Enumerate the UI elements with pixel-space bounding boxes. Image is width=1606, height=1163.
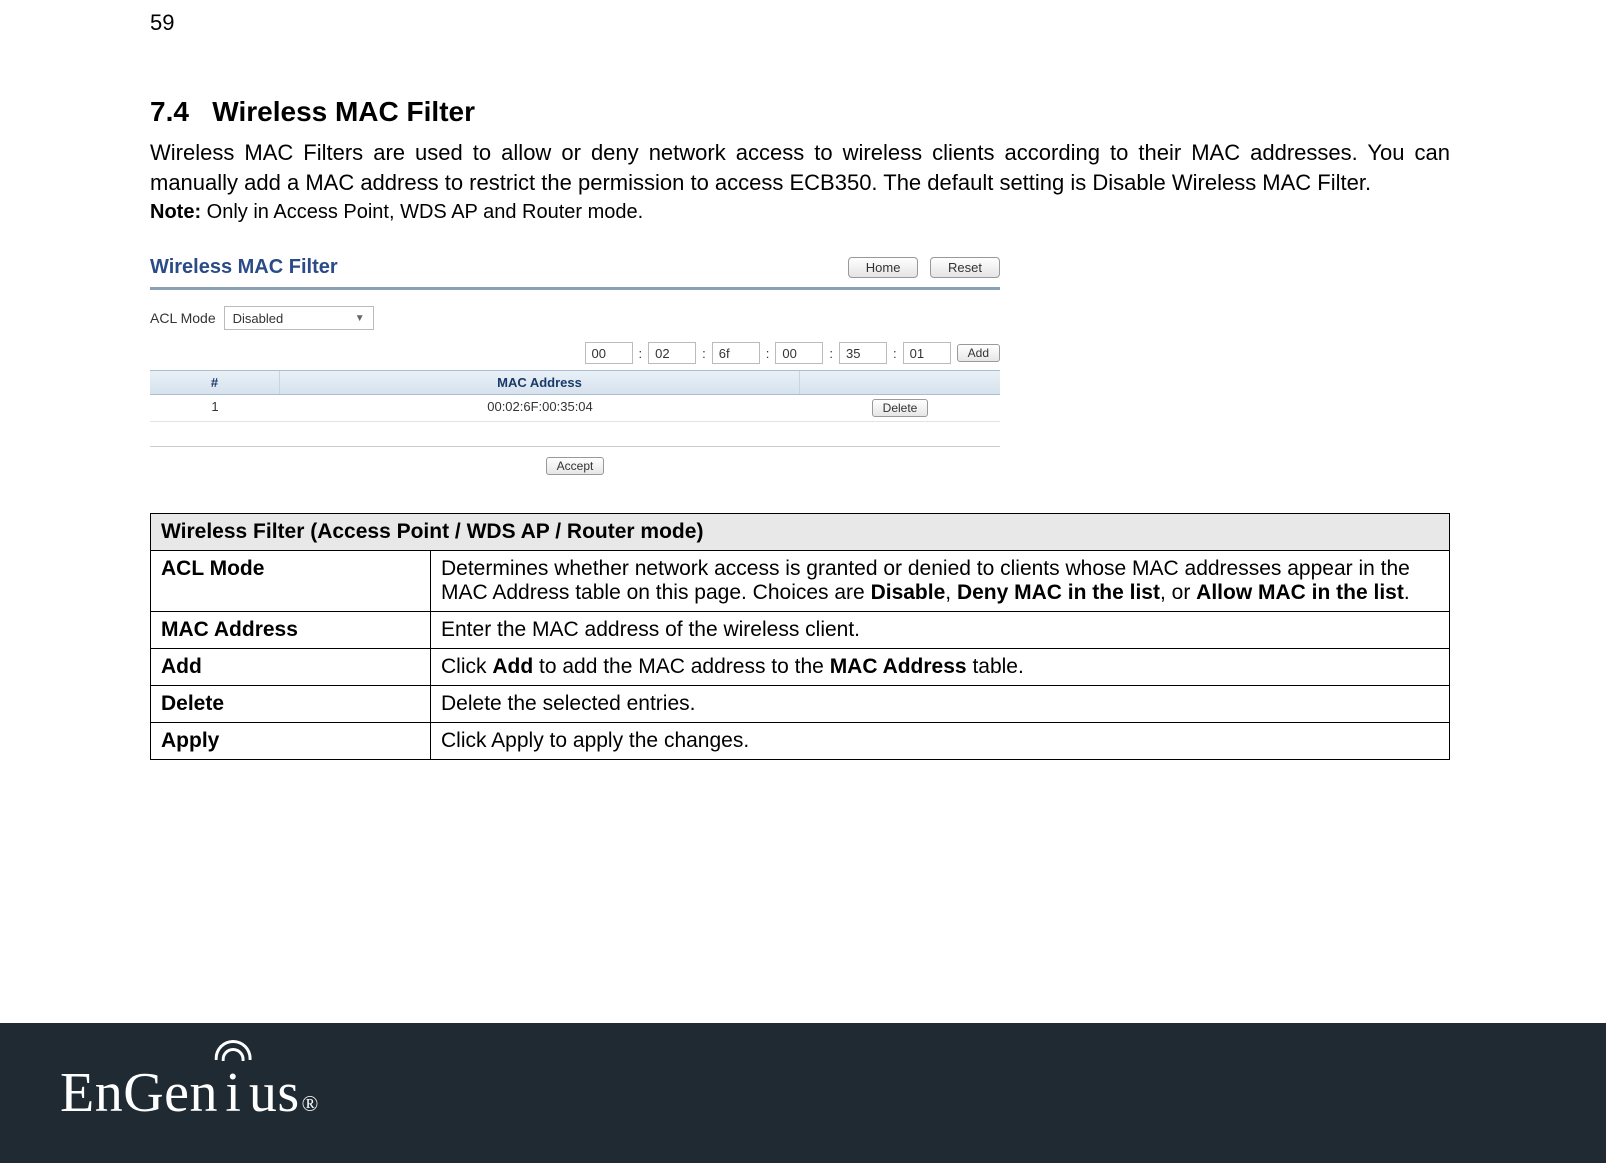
logo-text-post: us xyxy=(249,1061,300,1125)
acl-mode-select[interactable]: Disabled ▼ xyxy=(224,306,374,330)
mac-octet-2[interactable] xyxy=(648,342,696,364)
divider xyxy=(150,287,1000,290)
delete-button[interactable]: Delete xyxy=(872,399,929,417)
colon: : xyxy=(893,346,897,361)
col-number-header: # xyxy=(150,371,280,394)
add-button[interactable]: Add xyxy=(957,344,1000,362)
text-bold: Disable xyxy=(871,581,946,604)
apply-key: Apply xyxy=(151,723,431,760)
delete-key: Delete xyxy=(151,686,431,723)
content-area: 59 7.4 Wireless MAC Filter Wireless MAC … xyxy=(150,10,1450,760)
accept-button[interactable]: Accept xyxy=(546,457,605,475)
table-row: 1 00:02:6F:00:35:04 Delete xyxy=(150,395,1000,422)
ui-screenshot: Wireless MAC Filter Home Reset ACL Mode … xyxy=(150,252,1000,473)
wifi-icon: i xyxy=(218,1061,249,1125)
delete-desc: Delete the selected entries. xyxy=(431,686,1450,723)
mac-octet-1[interactable] xyxy=(585,342,633,364)
text: , or xyxy=(1160,581,1196,604)
acl-mode-key: ACL Mode xyxy=(151,551,431,612)
section-number: 7.4 xyxy=(150,96,189,127)
intro-paragraph: Wireless MAC Filters are used to allow o… xyxy=(150,138,1450,197)
shot-title: Wireless MAC Filter xyxy=(150,256,338,279)
registered-icon: ® xyxy=(302,1091,319,1117)
text: to add the MAC address to the xyxy=(533,655,830,678)
add-desc: Click Add to add the MAC address to the … xyxy=(431,649,1450,686)
col-action-header xyxy=(800,371,1000,394)
engenius-logo: EnGenius® xyxy=(60,1061,319,1125)
logo-text-pre: EnGen xyxy=(60,1061,218,1125)
mac-table-header: # MAC Address xyxy=(150,370,1000,395)
page: 59 7.4 Wireless MAC Filter Wireless MAC … xyxy=(0,0,1606,1163)
note-text: Only in Access Point, WDS AP and Router … xyxy=(201,201,643,223)
col-mac-header: MAC Address xyxy=(280,371,800,394)
acl-mode-label: ACL Mode xyxy=(150,310,216,326)
shot-header-buttons: Home Reset xyxy=(840,257,1000,278)
note-line: Note: Only in Access Point, WDS AP and R… xyxy=(150,201,1450,224)
chevron-down-icon: ▼ xyxy=(355,313,365,324)
row-number: 1 xyxy=(150,395,280,421)
text-bold: MAC Address xyxy=(830,655,967,678)
colon: : xyxy=(829,346,833,361)
table-row: Add Click Add to add the MAC address to … xyxy=(151,649,1450,686)
mac-octet-3[interactable] xyxy=(712,342,760,364)
footer: EnGenius® xyxy=(0,1023,1606,1163)
text: Click xyxy=(441,655,492,678)
home-button[interactable]: Home xyxy=(848,257,918,278)
note-label: Note: xyxy=(150,201,201,223)
acl-mode-desc: Determines whether network access is gra… xyxy=(431,551,1450,612)
divider-thin xyxy=(150,446,1000,447)
table-caption: Wireless Filter (Access Point / WDS AP /… xyxy=(151,514,1450,551)
reset-button[interactable]: Reset xyxy=(930,257,1000,278)
colon: : xyxy=(639,346,643,361)
table-row: MAC Address Enter the MAC address of the… xyxy=(151,612,1450,649)
section-heading: 7.4 Wireless MAC Filter xyxy=(150,96,1450,128)
colon: : xyxy=(702,346,706,361)
section-title: Wireless MAC Filter xyxy=(212,96,475,127)
text: , xyxy=(945,581,957,604)
row-mac: 00:02:6F:00:35:04 xyxy=(280,395,800,421)
text: . xyxy=(1404,581,1410,604)
add-key: Add xyxy=(151,649,431,686)
shot-header: Wireless MAC Filter Home Reset xyxy=(150,252,1000,287)
mac-desc: Enter the MAC address of the wireless cl… xyxy=(431,612,1450,649)
apply-desc: Click Apply to apply the changes. xyxy=(431,723,1450,760)
table-row: ACL Mode Determines whether network acce… xyxy=(151,551,1450,612)
text-bold: Allow MAC in the list xyxy=(1196,581,1404,604)
text-bold: Deny MAC in the list xyxy=(957,581,1160,604)
text: table. xyxy=(967,655,1024,678)
mac-octet-6[interactable] xyxy=(903,342,951,364)
mac-octet-4[interactable] xyxy=(775,342,823,364)
table-row: Apply Click Apply to apply the changes. xyxy=(151,723,1450,760)
mac-input-row: : : : : : Add xyxy=(150,340,1000,370)
description-table: Wireless Filter (Access Point / WDS AP /… xyxy=(150,513,1450,760)
colon: : xyxy=(766,346,770,361)
mac-key: MAC Address xyxy=(151,612,431,649)
acl-mode-row: ACL Mode Disabled ▼ xyxy=(150,306,1000,330)
acl-mode-value: Disabled xyxy=(233,311,284,326)
table-row: Delete Delete the selected entries. xyxy=(151,686,1450,723)
text-bold: Add xyxy=(492,655,533,678)
mac-octet-5[interactable] xyxy=(839,342,887,364)
accept-row: Accept xyxy=(150,457,1000,473)
page-number: 59 xyxy=(150,10,1450,36)
